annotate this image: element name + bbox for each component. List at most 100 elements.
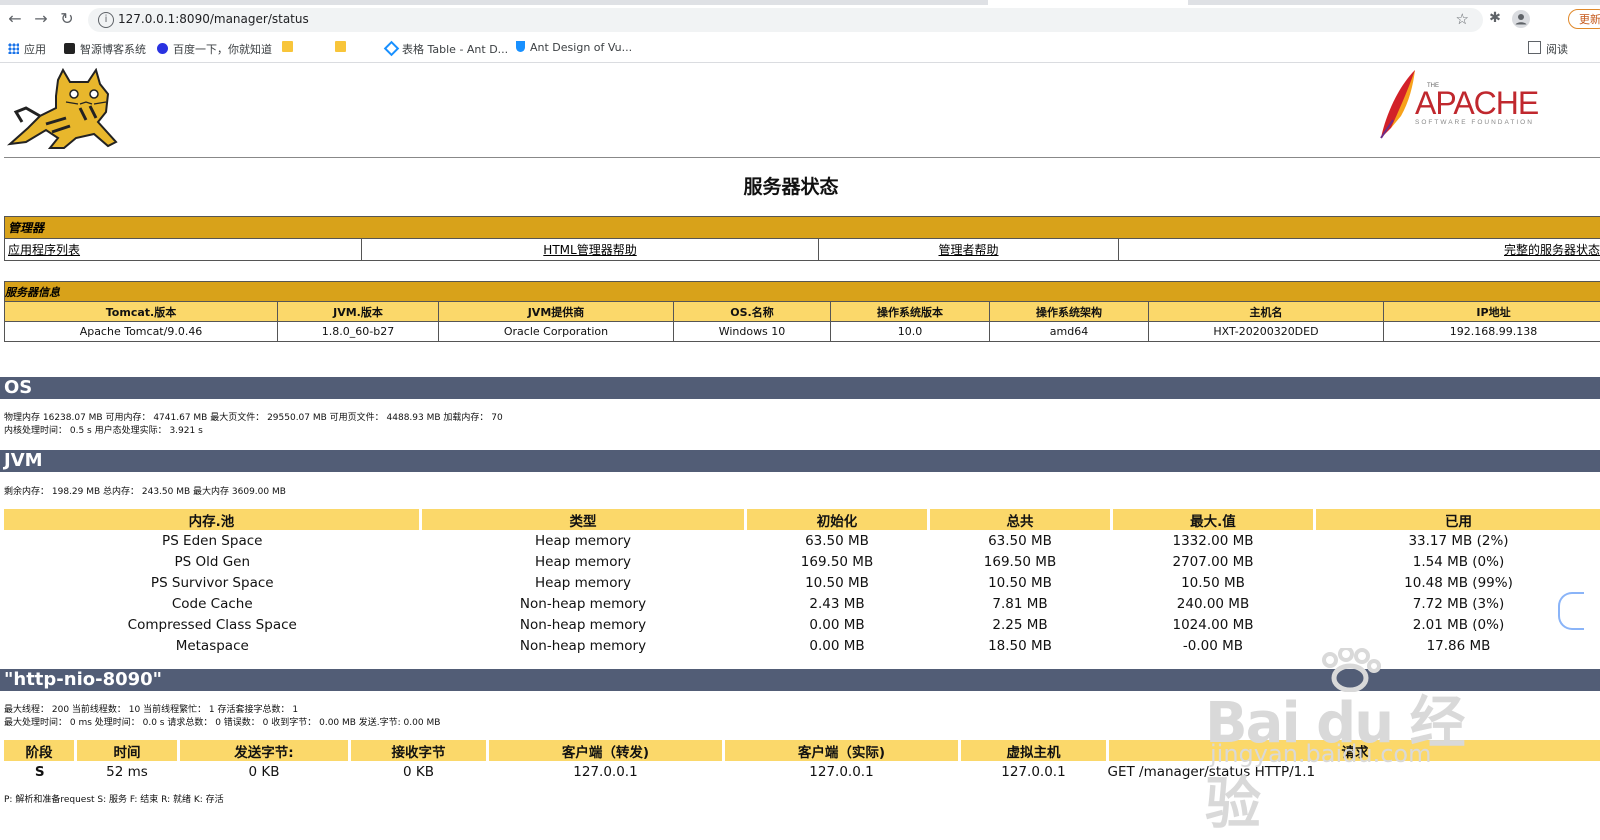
col-maximum: 最大.值: [1112, 509, 1315, 530]
bookmark-ant-table[interactable]: 表格 Table - Ant D...: [386, 41, 508, 57]
pool-name: PS Old Gen: [4, 551, 421, 572]
pool-name: PS Survivor Space: [4, 572, 421, 593]
pool-type: Non-heap memory: [421, 635, 746, 656]
back-icon[interactable]: ←: [6, 10, 24, 28]
pool-initial: 10.50 MB: [746, 572, 929, 593]
bookmark-label: 表格 Table - Ant D...: [402, 43, 508, 56]
col-os-version: 操作系统版本: [831, 302, 990, 322]
bookmark-label: 百度一下，你就知道: [173, 43, 272, 56]
bookmark-baidu[interactable]: 百度一下，你就知道: [157, 41, 272, 57]
pool-total: 2.25 MB: [929, 614, 1112, 635]
bookmark-star-icon[interactable]: ☆: [1456, 10, 1469, 28]
memory-pool-table: 内存.池 类型 初始化 总共 最大.值 已用 PS Eden Space Hea…: [4, 509, 1600, 656]
col-memory-pool: 内存.池: [4, 509, 421, 530]
bookmark-ant-design-vue[interactable]: Ant Design of Vu...: [516, 41, 632, 54]
col-jvm-vendor: JVM提供商: [439, 302, 674, 322]
request-client-forwarded: 127.0.0.1: [488, 761, 724, 782]
pool-type: Non-heap memory: [421, 614, 746, 635]
site-info-icon[interactable]: i: [98, 12, 114, 28]
col-hostname: 主机名: [1149, 302, 1384, 322]
pool-used: 33.17 MB (2%): [1315, 530, 1600, 551]
ant-design-icon: [384, 41, 400, 57]
request-bytes-received: 0 KB: [350, 761, 488, 782]
table-row: Code Cache Non-heap memory 2.43 MB 7.81 …: [4, 593, 1600, 614]
request-stage: S: [4, 761, 76, 782]
tomcat-version: Apache Tomcat/9.0.46: [5, 322, 278, 342]
apps-grid-icon: [8, 43, 19, 54]
table-row: PS Survivor Space Heap memory 10.50 MB 1…: [4, 572, 1600, 593]
pool-maximum: 10.50 MB: [1112, 572, 1315, 593]
bookmark-folder-2[interactable]: [335, 41, 351, 54]
os-memory-line: 物理内存 16238.07 MB 可用内存： 4741.67 MB 最大页文件：…: [4, 412, 503, 425]
table-row: PS Old Gen Heap memory 169.50 MB 169.50 …: [4, 551, 1600, 572]
connector-section-bar: "http-nio-8090": [0, 669, 1600, 691]
col-client-actual: 客户端（实际): [724, 740, 960, 761]
os-arch: amd64: [990, 322, 1149, 342]
col-total: 总共: [929, 509, 1112, 530]
bookmark-apps[interactable]: 应用: [8, 41, 46, 57]
connector-threads-line: 最大线程： 200 当前线程数： 10 当前线程繁忙： 1 存活套接字总数： 1: [4, 704, 298, 717]
pool-name: Metaspace: [4, 635, 421, 656]
bookmark-folder-1[interactable]: [282, 41, 298, 54]
manager-table: 管理器 应用程序列表 HTML管理器帮助 管理者帮助 完整的服务器状态: [4, 216, 1600, 261]
stage-legend: P: 解析和准备request S: 服务 F: 结束 R: 就绪 K: 存活: [4, 794, 224, 807]
server-info-table: 服务器信息 Tomcat.版本 JVM.版本 JVM提供商 OS.名称 操作系统…: [4, 281, 1600, 342]
pool-total: 18.50 MB: [929, 635, 1112, 656]
manager-help-link[interactable]: 管理者帮助: [938, 243, 998, 257]
profile-avatar-icon[interactable]: [1512, 10, 1530, 28]
os-name: Windows 10: [674, 322, 831, 342]
col-client-forwarded: 客户端（转发): [488, 740, 724, 761]
update-button[interactable]: 更新: [1568, 9, 1600, 29]
tomcat-logo: [6, 68, 121, 152]
app-list-link[interactable]: 应用程序列表: [8, 243, 80, 257]
pool-initial: 63.50 MB: [746, 530, 929, 551]
pool-maximum: -0.00 MB: [1112, 635, 1315, 656]
pool-initial: 2.43 MB: [746, 593, 929, 614]
bookmark-zhiyuan-blog[interactable]: 智源博客系统: [64, 41, 146, 57]
address-bar[interactable]: i 127.0.0.1:8090/manager/status ☆: [88, 8, 1483, 32]
html-manager-help-link[interactable]: HTML管理器帮助: [543, 243, 636, 257]
pool-total: 63.50 MB: [929, 530, 1112, 551]
pool-name: PS Eden Space: [4, 530, 421, 551]
os-version: 10.0: [831, 322, 990, 342]
server-info-heading: 服务器信息: [5, 282, 1600, 302]
request-virtual-host: 127.0.0.1: [960, 761, 1108, 782]
complete-server-status-link[interactable]: 完整的服务器状态: [1504, 243, 1600, 257]
tab-gap: [988, 0, 1188, 5]
request-time: 52 ms: [76, 761, 179, 782]
pool-used: 17.86 MB: [1315, 635, 1600, 656]
pool-initial: 0.00 MB: [746, 635, 929, 656]
pool-name: Compressed Class Space: [4, 614, 421, 635]
pool-maximum: 1332.00 MB: [1112, 530, 1315, 551]
pool-type: Heap memory: [421, 551, 746, 572]
jvm-section-bar: JVM: [0, 450, 1600, 472]
request-line: GET /manager/status HTTP/1.1: [1108, 761, 1600, 782]
col-initial: 初始化: [746, 509, 929, 530]
reload-icon[interactable]: ↻: [58, 10, 76, 28]
side-float-button[interactable]: [1558, 592, 1584, 630]
pool-type: Non-heap memory: [421, 593, 746, 614]
col-type: 类型: [421, 509, 746, 530]
col-os-name: OS.名称: [674, 302, 831, 322]
extensions-icon[interactable]: ✱: [1486, 10, 1504, 28]
bookmark-label: 应用: [24, 43, 46, 56]
request-table: 阶段 时间 发送字节: 接收字节 客户端（转发) 客户端（实际) 虚拟主机 请求…: [4, 740, 1600, 782]
svg-text:SOFTWARE FOUNDATION: SOFTWARE FOUNDATION: [1415, 119, 1534, 126]
col-request: 请求: [1108, 740, 1600, 761]
col-stage: 阶段: [4, 740, 76, 761]
col-ip-address: IP地址: [1384, 302, 1600, 322]
table-row: PS Eden Space Heap memory 63.50 MB 63.50…: [4, 530, 1600, 551]
browser-toolbar: ← → ↻ i 127.0.0.1:8090/manager/status ☆ …: [0, 0, 1600, 36]
col-bytes-received: 接收字节: [350, 740, 488, 761]
forward-icon[interactable]: →: [32, 10, 50, 28]
svg-text:APACHE: APACHE: [1415, 85, 1538, 121]
pool-maximum: 2707.00 MB: [1112, 551, 1315, 572]
pool-total: 169.50 MB: [929, 551, 1112, 572]
reading-list-label: 阅读: [1546, 43, 1568, 56]
col-time: 时间: [76, 740, 179, 761]
url-text[interactable]: 127.0.0.1:8090/manager/status: [118, 12, 309, 26]
folder-icon: [282, 41, 293, 52]
blog-site-icon: [64, 43, 75, 54]
reading-list[interactable]: 阅读: [1528, 41, 1568, 57]
pool-initial: 0.00 MB: [746, 614, 929, 635]
